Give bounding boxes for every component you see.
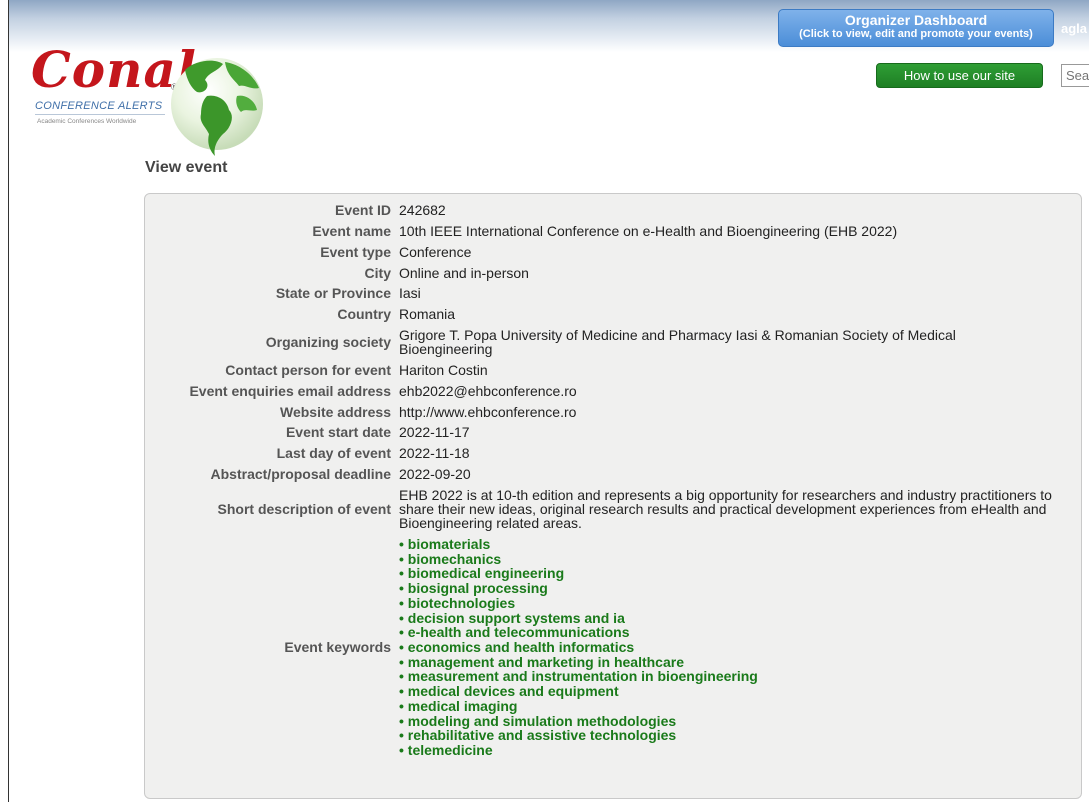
email-value[interactable]: ehb2022@ehbconference.ro [399,381,1077,402]
description-value: EHB 2022 is at 10-th edition and represe… [399,486,1052,532]
row-keywords: Event keywords • biomaterials • biomecha… [165,534,1077,761]
row-email: Event enquiries email address ehb2022@eh… [165,381,1077,402]
organizing-society-label: Organizing society [265,334,391,351]
keyword-link[interactable]: • medical imaging [399,699,1077,714]
row-city: City Online and in-person [165,262,1077,283]
keywords-cell: • biomaterials • biomechanics • biomedic… [399,534,1077,761]
last-day-label: Last day of event [276,445,391,462]
state-value: Iasi [399,285,421,302]
event-id-value: 242682 [399,202,446,219]
keyword-link[interactable]: • biomedical engineering [399,566,1077,581]
logo-divider [35,114,165,115]
event-name-label: Event name [312,223,391,240]
event-name-value: 10th IEEE International Conference on e-… [399,223,898,240]
logo-tagline: CONFERENCE ALERTS [35,100,163,112]
row-state: State or Province Iasi [165,283,1077,304]
row-description: Short description of event EHB 2022 is a… [165,485,1077,534]
keyword-link[interactable]: • telemedicine [399,743,1077,758]
row-website: Website address http://www.ehbconference… [165,401,1077,422]
last-day-value: 2022-11-18 [399,445,470,462]
country-label: Country [337,306,391,323]
logo-subtagline: Academic Conferences Worldwide [37,118,137,125]
state-label: State or Province [275,285,391,302]
event-id-label: Event ID [334,202,391,219]
event-details-table: Event ID 242682 Event name 10th IEEE Int… [165,200,1077,761]
event-type-label: Event type [320,243,391,260]
event-type-value: Conference [399,243,472,260]
keyword-link[interactable]: • biomechanics [399,552,1077,567]
page-title: View event [145,159,228,176]
keyword-link[interactable]: • medical devices and equipment [399,684,1077,699]
start-date-label: Event start date [285,424,391,441]
row-start-date: Event start date 2022-11-17 [165,422,1077,443]
website-label: Website address [279,403,391,420]
city-label: City [364,264,391,281]
user-link[interactable]: agla [1061,21,1087,36]
organizer-dashboard-button[interactable]: Organizer Dashboard (Click to view, edit… [778,9,1054,47]
country-value: Romania [399,306,456,323]
start-date-value: 2022-11-17 [399,424,470,441]
row-country: Country Romania [165,304,1077,325]
deadline-label: Abstract/proposal deadline [210,466,391,483]
organizer-dashboard-title: Organizer Dashboard [844,12,988,28]
event-details-panel: Event ID 242682 Event name 10th IEEE Int… [144,193,1082,799]
globe-icon [171,58,263,156]
row-contact-person: Contact person for event Hariton Costin [165,360,1077,381]
keyword-link[interactable]: • decision support systems and ia [399,610,1077,626]
city-value: Online and in-person [399,264,529,281]
keyword-link[interactable]: • e-health and telecommunications [399,625,1077,640]
description-label: Short description of event [217,501,391,518]
page-border [8,0,9,802]
row-organizing-society: Organizing society Grigore T. Popa Unive… [165,325,1077,360]
keyword-link[interactable]: • biosignal processing [399,581,1077,596]
search-input[interactable] [1061,64,1089,87]
contact-person-label: Contact person for event [225,362,391,379]
website-link[interactable]: http://www.ehbconference.ro [399,401,1077,422]
row-deadline: Abstract/proposal deadline 2022-09-20 [165,464,1077,485]
keyword-link[interactable]: • modeling and simulation methodologies [399,713,1077,729]
keyword-link[interactable]: • management and marketing in healthcare [399,654,1077,670]
keyword-list: • biomaterials • biomechanics • biomedic… [399,537,1077,758]
contact-person-value: Hariton Costin [399,362,488,379]
email-label: Event enquiries email address [189,382,391,399]
deadline-value: 2022-09-20 [399,466,471,483]
keyword-link[interactable]: • economics and health informatics [399,640,1077,655]
row-event-id: Event ID 242682 [165,200,1077,221]
keyword-link[interactable]: • biotechnologies [399,596,1077,611]
row-last-day: Last day of event 2022-11-18 [165,443,1077,464]
keywords-label: Event keywords [284,639,391,656]
keyword-link[interactable]: • measurement and instrumentation in bio… [399,669,1077,684]
keyword-link[interactable]: • rehabilitative and assistive technolog… [399,728,1077,743]
row-event-name: Event name 10th IEEE International Confe… [165,221,1077,242]
keyword-link[interactable]: • biomaterials [399,537,1077,552]
conal-logo[interactable]: Conal ® CONFERENCE ALERTS Academic Confe… [25,36,285,160]
organizer-dashboard-subtitle: (Click to view, edit and promote your ev… [799,28,1033,40]
row-event-type: Event type Conference [165,242,1077,263]
organizing-society-value: Grigore T. Popa University of Medicine a… [399,327,956,358]
how-to-use-button[interactable]: How to use our site [876,63,1043,88]
